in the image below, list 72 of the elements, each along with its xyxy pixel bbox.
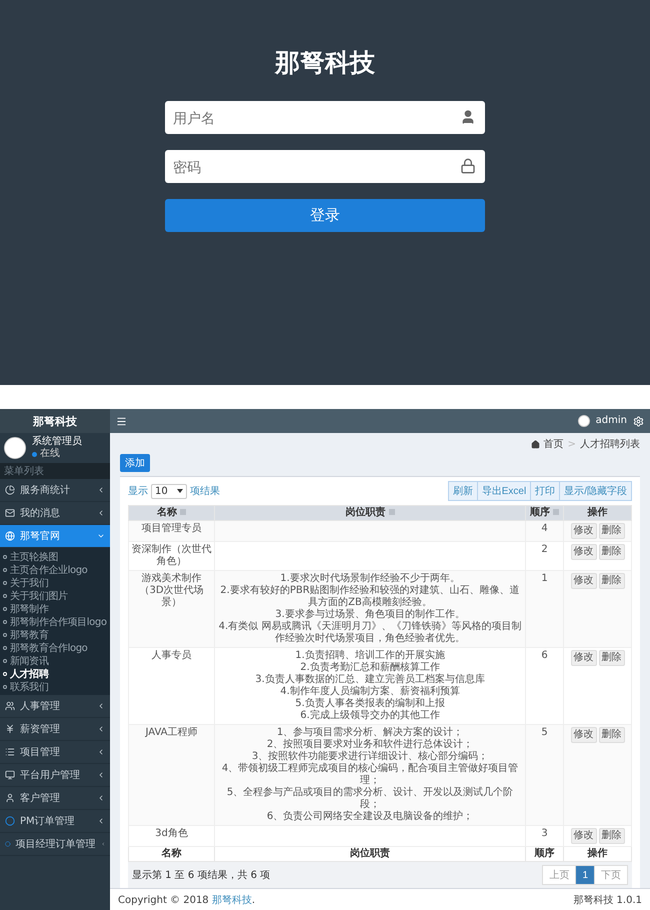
lock-icon <box>460 158 476 174</box>
row-action-button[interactable]: 删除 <box>598 544 624 560</box>
yen-icon <box>5 724 15 734</box>
row-action-button[interactable]: 删除 <box>598 828 624 844</box>
row-action-button[interactable]: 删除 <box>598 573 624 589</box>
user-icon <box>5 793 15 803</box>
column-header[interactable]: 岗位职责 <box>214 506 526 520</box>
row-action-button[interactable]: 修改 <box>570 828 596 844</box>
results-label: 项结果 <box>190 484 220 498</box>
add-button[interactable]: 添加 <box>120 454 150 472</box>
version-text: 那弩科技 1.0.1 <box>573 894 642 906</box>
user-icon <box>460 109 476 125</box>
company-link[interactable]: 那弩科技 <box>212 894 252 906</box>
toolbar-button[interactable]: 刷新 <box>448 481 478 501</box>
submenu-item[interactable]: 关于我们 <box>0 576 110 589</box>
submenu-item[interactable]: 主页合作企业logo <box>0 563 110 576</box>
circle-icon <box>5 839 11 849</box>
column-footer: 名称 <box>128 846 214 862</box>
submenu-item[interactable]: 人才招聘 <box>0 667 110 680</box>
brand-title: 那弩科技 <box>0 409 110 433</box>
row-action-button[interactable]: 删除 <box>598 727 624 743</box>
row-action-button[interactable]: 修改 <box>570 523 596 539</box>
submenu-item[interactable]: 那弩制作合作项目logo <box>0 615 110 628</box>
password-field[interactable]: 密码 <box>165 150 485 183</box>
row-action-button[interactable]: 删除 <box>598 523 624 539</box>
online-status: 在线 <box>32 448 82 460</box>
submenu-item[interactable]: 关于我们图片 <box>0 589 110 602</box>
home-icon <box>530 440 540 448</box>
page-button[interactable]: 1 <box>575 865 595 885</box>
monitor-icon <box>5 770 15 780</box>
users-icon <box>5 701 15 711</box>
column-header[interactable]: 顺序 <box>526 506 564 520</box>
menu-icon[interactable] <box>116 416 127 426</box>
copyright-text: Copyright © 2018 那弩科技. <box>118 894 256 906</box>
show-label: 显示 <box>128 485 148 498</box>
mail-icon <box>5 508 15 518</box>
submenu-item[interactable]: 那弩制作 <box>0 602 110 615</box>
login-title: 那弩科技 <box>275 47 375 79</box>
sidebar-item[interactable]: 那弩官网 <box>0 525 110 548</box>
list-icon <box>5 747 15 757</box>
page-size-select[interactable]: 10 <box>151 484 187 498</box>
breadcrumb-link[interactable]: 首页 <box>544 437 564 451</box>
row-action-button[interactable]: 修改 <box>570 727 596 743</box>
pie-chart-icon <box>5 485 15 495</box>
avatar-icon <box>4 437 26 459</box>
row-action-button[interactable]: 修改 <box>570 650 596 666</box>
admin-name: 系统管理员 <box>32 436 82 448</box>
row-action-button[interactable]: 修改 <box>570 573 596 589</box>
breadcrumb-current: 人才招聘列表 <box>580 438 640 451</box>
column-footer: 岗位职责 <box>214 846 526 862</box>
submenu-item[interactable]: 联系我们 <box>0 680 110 693</box>
submenu-item[interactable]: 那弩教育 <box>0 628 110 641</box>
settings-icon[interactable] <box>633 416 644 426</box>
row-action-button[interactable]: 删除 <box>598 650 624 666</box>
column-header[interactable]: 名称 <box>128 506 214 520</box>
submenu-item[interactable]: 主页轮换图 <box>0 550 110 563</box>
login-button[interactable]: 登录 <box>165 199 485 232</box>
avatar-icon <box>578 415 590 427</box>
circle-icon <box>5 816 15 826</box>
menu-label: 菜单列表 <box>0 463 110 479</box>
username-field[interactable]: 用户名 <box>165 101 485 134</box>
globe-icon <box>5 531 15 541</box>
table-info: 显示第 1 至 6 项结果，共 6 项 <box>132 868 270 882</box>
row-action-button[interactable]: 修改 <box>570 544 596 560</box>
column-header[interactable]: 操作 <box>564 506 632 520</box>
column-footer: 顺序 <box>526 846 564 862</box>
submenu-item[interactable]: 那弩教育合作logo <box>0 641 110 654</box>
caret-icon <box>177 489 183 493</box>
breadcrumb-separator: > <box>568 438 576 450</box>
column-footer: 操作 <box>564 846 632 862</box>
user-name[interactable]: admin <box>596 415 627 427</box>
submenu-item[interactable]: 新闻资讯 <box>0 654 110 667</box>
